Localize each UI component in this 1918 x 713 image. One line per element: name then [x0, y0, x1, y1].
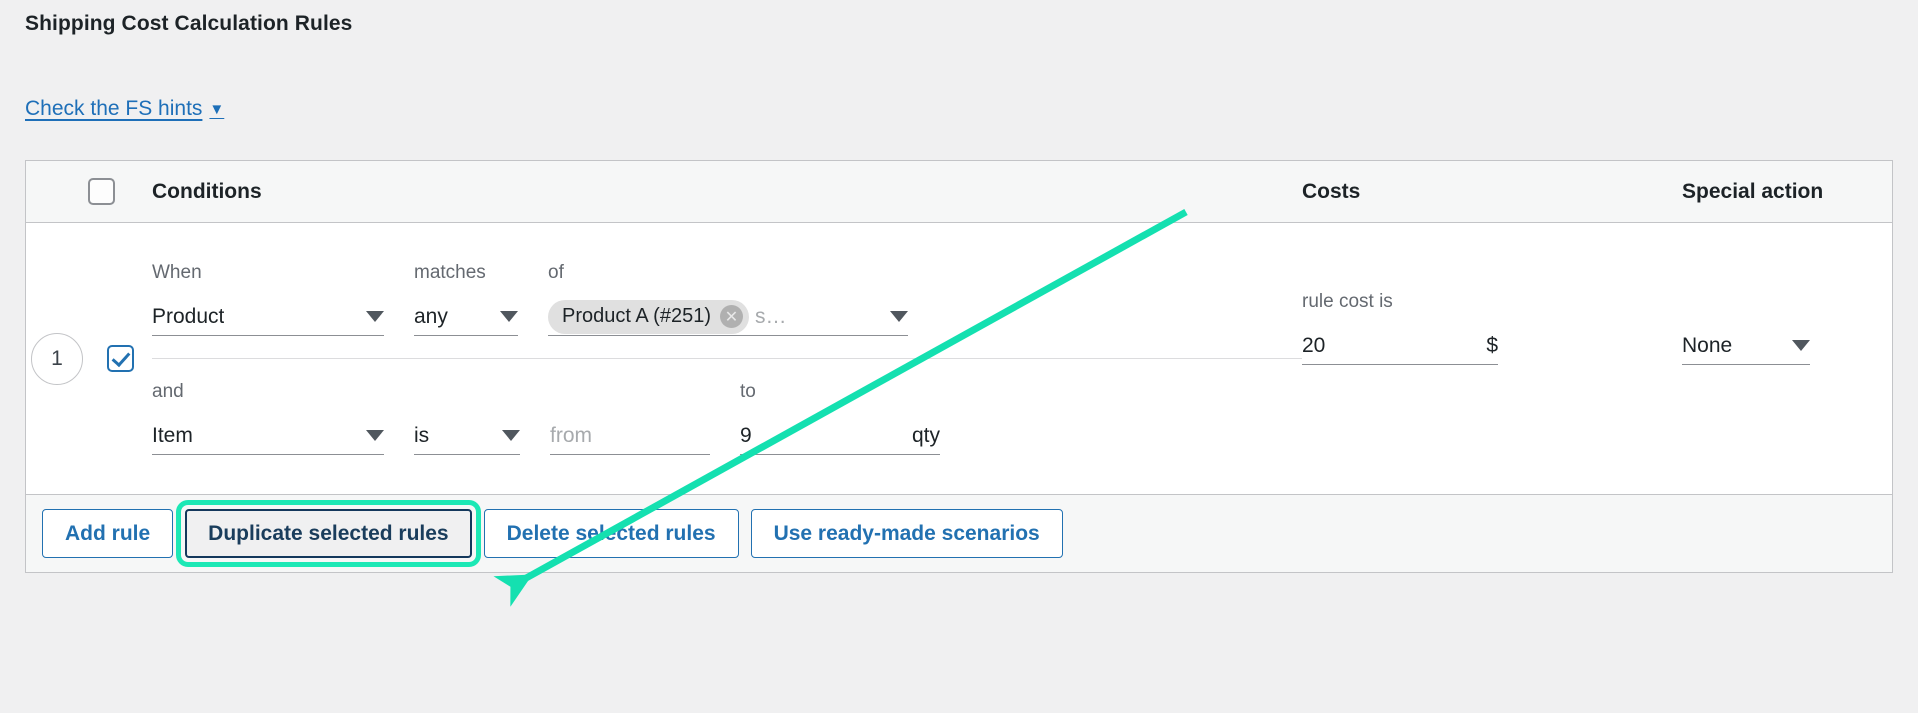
row-select-cell [88, 223, 152, 494]
chevron-down-icon [366, 311, 384, 322]
condition2-operator-value: is [414, 423, 430, 447]
rule-cost-currency: $ [1486, 333, 1498, 357]
of-field: of Product A (#251) ✕ s… [548, 262, 908, 336]
rule-cost-value: 20 [1302, 333, 1326, 357]
chevron-down-icon [890, 311, 908, 322]
chevron-down-icon [1792, 340, 1810, 351]
condition2-subject-value: Item [152, 423, 193, 447]
range-to-input[interactable]: 9 qty [740, 417, 940, 455]
table-header-row: Conditions Costs Special action [26, 161, 1892, 223]
header-costs: Costs [1302, 179, 1361, 203]
when-field: When Product [152, 262, 384, 336]
operator-field: is [414, 381, 520, 455]
matches-label: matches [414, 262, 486, 283]
special-action-select[interactable]: None [1682, 327, 1810, 365]
use-ready-made-scenarios-button-wrap: Use ready-made scenarios [750, 509, 1063, 559]
condition-match-value: any [414, 304, 448, 328]
range-from-placeholder: from [550, 423, 592, 447]
duplicate-selected-rules-button[interactable]: Duplicate selected rules [185, 509, 472, 559]
chip-remove-icon[interactable]: ✕ [719, 305, 743, 328]
table-footer-toolbar: Add rule Duplicate selected rules Delete… [26, 495, 1892, 573]
chevron-down-icon: ▼ [209, 101, 225, 118]
condition-match-select[interactable]: any [414, 298, 518, 336]
header-conditions: Conditions [152, 179, 262, 203]
chevron-down-icon [500, 311, 518, 322]
header-special-action: Special action [1682, 179, 1824, 203]
delete-selected-rules-button[interactable]: Delete selected rules [483, 509, 739, 559]
range-from-input[interactable]: from [550, 417, 710, 455]
use-ready-made-scenarios-button[interactable]: Use ready-made scenarios [750, 509, 1063, 559]
add-rule-button[interactable]: Add rule [42, 509, 174, 559]
and-label: and [152, 381, 184, 402]
row-conditions-cell: When Product matches any of Product A (#… [152, 223, 1302, 494]
header-select-all-cell [88, 178, 152, 205]
table-row: 1 When Product matches any of Product A … [26, 223, 1892, 495]
matches-field: matches any [414, 262, 518, 336]
range-to-unit: qty [911, 423, 940, 447]
condition-subject-select[interactable]: Product [152, 298, 384, 336]
condition-values-placeholder: s… [754, 304, 787, 328]
row-costs-cell: rule cost is 20 $ [1302, 223, 1682, 494]
add-rule-button-wrap: Add rule [42, 509, 174, 559]
row-select-checkbox[interactable] [106, 345, 134, 372]
range-from-field: from [550, 381, 710, 455]
range-to-field: to 9 qty [740, 381, 940, 455]
rule-cost-label: rule cost is [1302, 291, 1393, 312]
range-to-value: 9 [740, 423, 752, 447]
row-special-action-cell: None [1682, 223, 1892, 494]
rules-table-panel: Conditions Costs Special action 1 When P… [25, 160, 1893, 574]
fs-hints-link[interactable]: Check the FS hints ▼ [25, 97, 224, 121]
condition2-subject-select[interactable]: Item [152, 417, 384, 455]
chevron-down-icon [502, 430, 520, 441]
chip-label: Product A (#251) [562, 305, 711, 327]
selected-value-chip[interactable]: Product A (#251) ✕ [548, 299, 749, 334]
special-action-field: None [1682, 291, 1862, 365]
delete-selected-rules-button-wrap: Delete selected rules [483, 509, 739, 559]
condition-line-2: and Item is from to 9 qty [152, 359, 1302, 469]
and-field: and Item [152, 381, 384, 455]
of-label: of [548, 262, 564, 283]
page-title: Shipping Cost Calculation Rules [25, 12, 353, 35]
condition-subject-value: Product [152, 304, 225, 328]
row-number-badge: 1 [31, 332, 83, 385]
rule-cost-input[interactable]: 20 $ [1302, 327, 1498, 365]
chevron-down-icon [366, 430, 384, 441]
condition2-operator-select[interactable]: is [414, 417, 520, 455]
row-number-cell: 1 [26, 223, 88, 494]
range-to-label: to [740, 381, 756, 402]
fs-hints-label: Check the FS hints [25, 97, 203, 120]
select-all-checkbox[interactable] [88, 178, 115, 205]
when-label: When [152, 262, 202, 283]
special-action-value: None [1682, 333, 1733, 357]
rule-cost-field: rule cost is 20 $ [1302, 291, 1652, 365]
duplicate-selected-rules-highlight: Duplicate selected rules [176, 499, 481, 568]
condition-values-multiselect[interactable]: Product A (#251) ✕ s… [548, 298, 908, 336]
condition-line-1: When Product matches any of Product A (#… [152, 248, 1302, 359]
